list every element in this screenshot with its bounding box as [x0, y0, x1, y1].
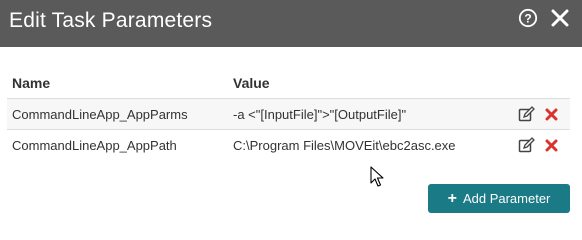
parameter-value: C:\Program Files\MOVEit\ebc2asc.exe [233, 138, 456, 153]
edit-icon[interactable] [518, 106, 535, 123]
edit-icon[interactable] [518, 137, 535, 154]
add-parameter-label: Add Parameter [462, 191, 551, 206]
help-icon[interactable]: ? [518, 8, 538, 28]
mouse-cursor-icon [370, 166, 384, 187]
dialog-header: Edit Task Parameters ? [0, 0, 582, 47]
add-parameter-button[interactable]: + Add Parameter [428, 184, 570, 213]
parameter-name: CommandLineApp_AppPath [12, 138, 177, 153]
delete-icon[interactable] [545, 139, 558, 152]
table-row: CommandLineApp_AppParms -a <"[InputFile]… [7, 98, 570, 129]
svg-text:?: ? [524, 12, 531, 26]
dialog-title: Edit Task Parameters [9, 9, 213, 32]
column-header-value: Value [233, 75, 270, 91]
delete-icon[interactable] [545, 108, 558, 121]
parameter-name: CommandLineApp_AppParms [12, 107, 188, 122]
close-icon[interactable] [550, 8, 570, 28]
table-row: CommandLineApp_AppPath C:\Program Files\… [7, 129, 570, 160]
column-header-name: Name [12, 75, 51, 91]
parameters-table: CommandLineApp_AppParms -a <"[InputFile]… [7, 98, 570, 160]
parameter-value: -a <"[InputFile]">"[OutputFile]" [233, 107, 407, 122]
plus-icon: + [447, 189, 457, 207]
